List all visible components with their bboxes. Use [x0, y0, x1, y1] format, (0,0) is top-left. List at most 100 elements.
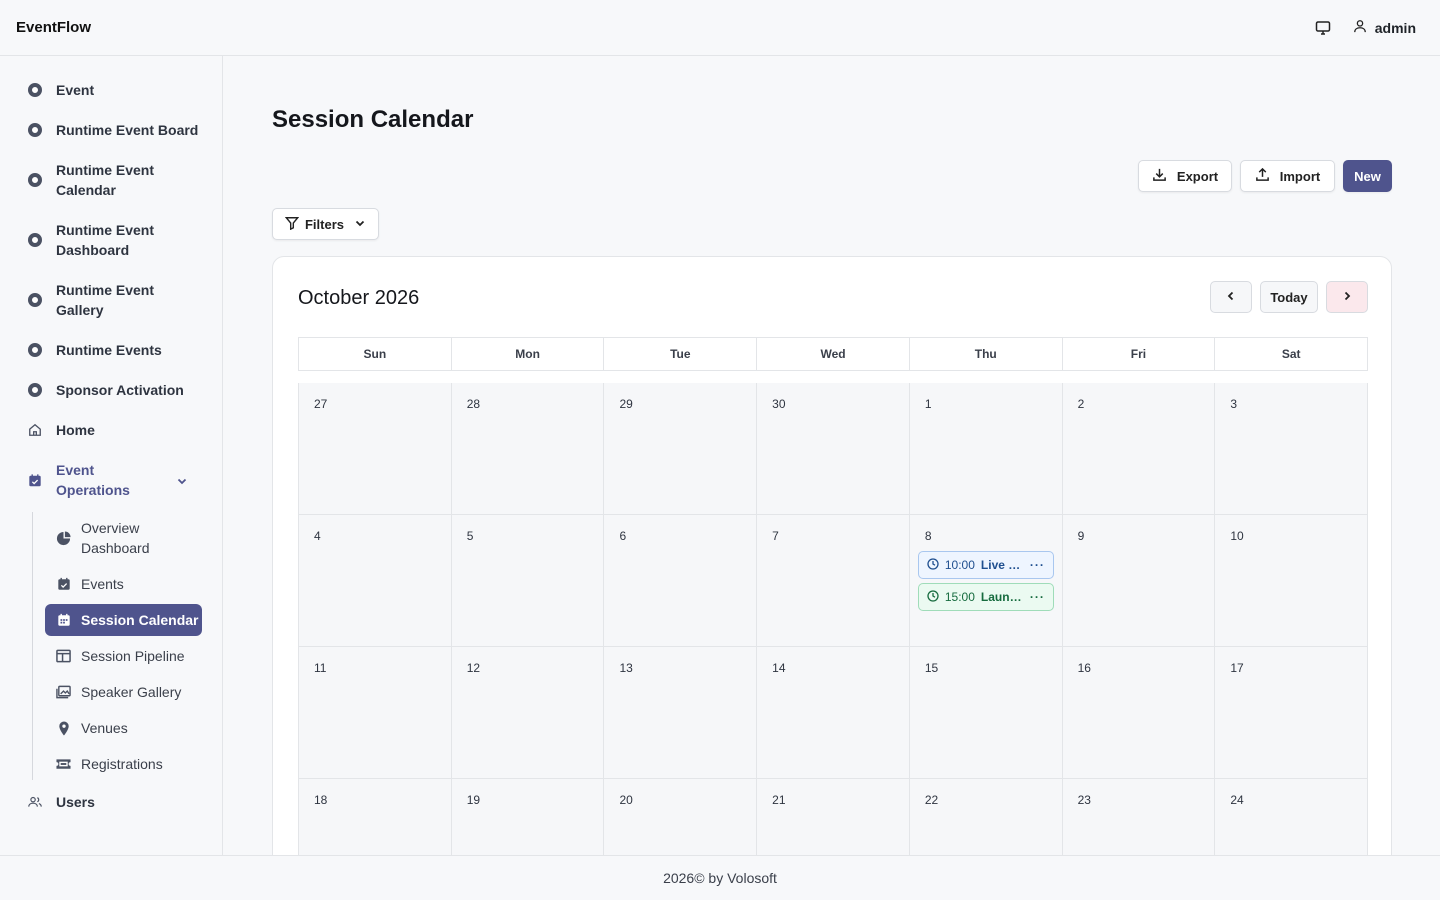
sidebar-item-session-pipeline[interactable]: Session Pipeline	[56, 646, 196, 666]
event-name: Live O...	[980, 558, 1024, 572]
pie-chart-icon	[56, 528, 71, 548]
calendar-day[interactable]: 28	[451, 383, 605, 514]
sidebar-item-label: Home	[56, 422, 95, 438]
day-number: 14	[772, 661, 786, 675]
prev-month-button[interactable]	[1210, 281, 1252, 313]
calendar-day[interactable]: 9	[1062, 515, 1216, 646]
chevron-down-icon[interactable]	[176, 474, 188, 492]
next-month-button[interactable]	[1326, 281, 1368, 313]
filters-button[interactable]: Filters	[272, 208, 379, 240]
monitor-icon[interactable]	[1315, 20, 1331, 36]
day-number: 21	[772, 793, 786, 807]
export-label: Export	[1176, 168, 1219, 184]
calendar-day[interactable]: 29	[604, 383, 758, 514]
sidebar-item-session-calendar[interactable]: Session Calendar	[45, 604, 202, 636]
export-button[interactable]: Export	[1138, 160, 1232, 192]
import-button[interactable]: Import	[1240, 160, 1335, 192]
calendar-day[interactable]: 2	[1062, 383, 1216, 514]
calendar-day[interactable]: 1	[909, 383, 1063, 514]
calendar-day[interactable]: 15	[909, 647, 1063, 778]
user-menu[interactable]: admin	[1353, 19, 1416, 36]
weekday-label: Tue	[604, 338, 758, 370]
day-number: 19	[466, 793, 481, 807]
calendar-day[interactable]: 5	[451, 515, 605, 646]
day-number: 23	[1077, 793, 1091, 807]
calendar-card: October 2026 Today Sun Mon Tue Wed Thu F…	[272, 256, 1392, 900]
calendar-day[interactable]: 10	[1215, 515, 1369, 646]
sidebar-item-label: Runtime Event Dashboard	[56, 222, 155, 258]
day-number: 17	[1230, 661, 1244, 675]
calendar-day[interactable]: 16	[1062, 647, 1216, 778]
sidebar-item-runtime-events[interactable]: Runtime Events	[28, 340, 208, 360]
calendar-day[interactable]: 6	[604, 515, 758, 646]
sidebar-item-speaker-gallery[interactable]: Speaker Gallery	[56, 682, 196, 702]
calendar-check-icon	[28, 470, 42, 490]
brand-logo[interactable]: EventFlow	[16, 19, 91, 36]
top-bar: EventFlow admin	[0, 0, 1440, 56]
sidebar-item-registrations[interactable]: Registrations	[56, 754, 196, 774]
calendar-event[interactable]: 15:00 Launch... ···	[917, 583, 1054, 611]
circle-dot-icon	[28, 380, 42, 400]
day-number: 7	[772, 529, 779, 543]
sidebar-item-venues[interactable]: Venues	[56, 718, 196, 738]
footer: 2026© by Volosoft	[0, 855, 1440, 900]
sidebar-item-label: Event Operations	[56, 462, 130, 498]
download-icon	[1152, 167, 1167, 185]
sidebar-item-users[interactable]: Users	[28, 792, 208, 812]
calendar-day[interactable]: 14	[757, 647, 910, 778]
clock-icon	[927, 557, 939, 573]
calendar-day[interactable]: 3	[1215, 383, 1369, 514]
sidebar-item-label: Event	[56, 82, 95, 98]
sidebar-item-home[interactable]: Home	[28, 420, 208, 440]
new-button[interactable]: New	[1343, 160, 1392, 192]
calendar-day[interactable]: 7	[757, 515, 910, 646]
sidebar-item-runtime-event-dashboard[interactable]: Runtime Event Dashboard	[28, 220, 208, 260]
day-number: 6	[619, 529, 627, 543]
circle-dot-icon	[28, 120, 42, 140]
day-number: 8	[924, 529, 932, 543]
chevron-down-icon	[354, 217, 366, 232]
sidebar-item-label: Overview Dashboard	[81, 520, 150, 556]
calendar-day[interactable]: 4	[298, 515, 452, 646]
chevron-left-icon	[1225, 290, 1237, 305]
sidebar-item-overview-dashboard[interactable]: Overview Dashboard	[56, 518, 196, 558]
upload-icon	[1255, 167, 1270, 185]
sidebar-item-runtime-event-calendar[interactable]: Runtime Event Calendar	[28, 160, 208, 200]
calendar-week: 11 12 13 14 15 16 17	[298, 647, 1369, 779]
more-options-icon[interactable]: ···	[1030, 590, 1045, 604]
calendar-day[interactable]: 27	[298, 383, 452, 514]
calendar-day[interactable]: 8 10:00 Live O... ··· 15:00 Launch... ··…	[909, 515, 1063, 646]
clock-icon	[927, 589, 939, 605]
ticket-icon	[56, 754, 71, 774]
sidebar-item-runtime-event-gallery[interactable]: Runtime Event Gallery	[28, 280, 208, 320]
sidebar-item-runtime-event-board[interactable]: Runtime Event Board	[28, 120, 208, 140]
sidebar-item-event[interactable]: Event	[28, 80, 208, 100]
sidebar-item-events[interactable]: Events	[56, 574, 196, 594]
import-label: Import	[1279, 168, 1321, 184]
calendar-check-icon	[56, 574, 71, 594]
sidebar-item-sponsor-activation[interactable]: Sponsor Activation	[28, 380, 208, 400]
sidebar-item-label: Session Calendar	[81, 612, 199, 628]
circle-dot-icon	[28, 230, 42, 250]
submenu-divider	[32, 512, 33, 780]
day-number: 3	[1230, 397, 1237, 411]
today-button[interactable]: Today	[1260, 281, 1318, 313]
calendar-day[interactable]: 11	[298, 647, 452, 778]
event-name: Launch...	[980, 590, 1024, 604]
sidebar-item-label: Events	[81, 576, 124, 592]
calendar-day[interactable]: 13	[604, 647, 758, 778]
sidebar-item-label: Runtime Event Gallery	[56, 282, 155, 318]
images-icon	[56, 682, 71, 702]
day-number: 9	[1077, 529, 1085, 543]
month-title: October 2026	[298, 287, 420, 309]
day-number: 12	[466, 661, 481, 675]
circle-dot-icon	[28, 80, 42, 100]
calendar-event[interactable]: 10:00 Live O... ···	[917, 551, 1054, 579]
calendar-day[interactable]: 12	[451, 647, 605, 778]
event-time: 10:00	[944, 558, 975, 572]
calendar-day[interactable]: 30	[757, 383, 910, 514]
day-number: 5	[466, 529, 474, 543]
more-options-icon[interactable]: ···	[1030, 558, 1045, 572]
chevron-right-icon	[1341, 290, 1353, 305]
calendar-day[interactable]: 17	[1215, 647, 1369, 778]
